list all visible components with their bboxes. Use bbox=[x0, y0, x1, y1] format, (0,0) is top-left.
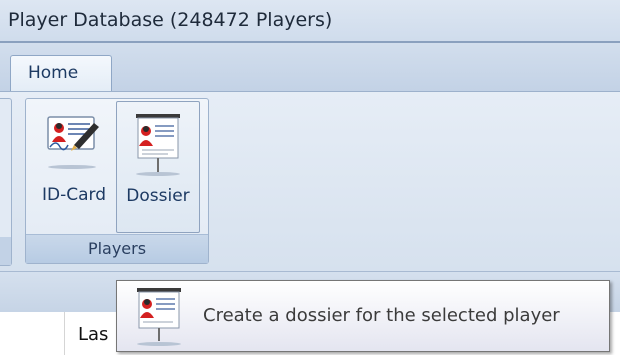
players-group: ID-Card Dossier Players bbox=[25, 98, 209, 264]
tab-home[interactable]: Home bbox=[10, 55, 112, 93]
ribbon-panel: ID-Card Dossier Players bbox=[0, 91, 620, 272]
id-card-button[interactable]: ID-Card bbox=[34, 101, 114, 233]
id-card-label: ID-Card bbox=[41, 185, 106, 205]
previous-group-edge bbox=[0, 98, 12, 266]
dossier-label: Dossier bbox=[126, 186, 190, 206]
id-card-icon bbox=[47, 116, 99, 169]
players-group-caption: Players bbox=[26, 234, 208, 263]
tooltip-text: Create a dossier for the selected player bbox=[203, 305, 560, 326]
tab-home-label: Home bbox=[28, 63, 79, 83]
column-header-last-name[interactable]: Las bbox=[78, 324, 108, 345]
dossier-tooltip: Create a dossier for the selected player bbox=[116, 280, 610, 352]
dossier-presentation-icon bbox=[136, 114, 180, 176]
column-separator bbox=[64, 312, 65, 355]
window-titlebar: Player Database (248472 Players) bbox=[0, 0, 620, 43]
dossier-presentation-icon bbox=[137, 288, 181, 346]
players-group-caption-label: Players bbox=[87, 239, 147, 258]
dossier-button[interactable]: Dossier bbox=[116, 101, 200, 233]
window-title: Player Database (248472 Players) bbox=[8, 9, 333, 31]
previous-group-caption bbox=[0, 237, 11, 265]
ribbon-tabstrip: Home bbox=[0, 43, 620, 93]
